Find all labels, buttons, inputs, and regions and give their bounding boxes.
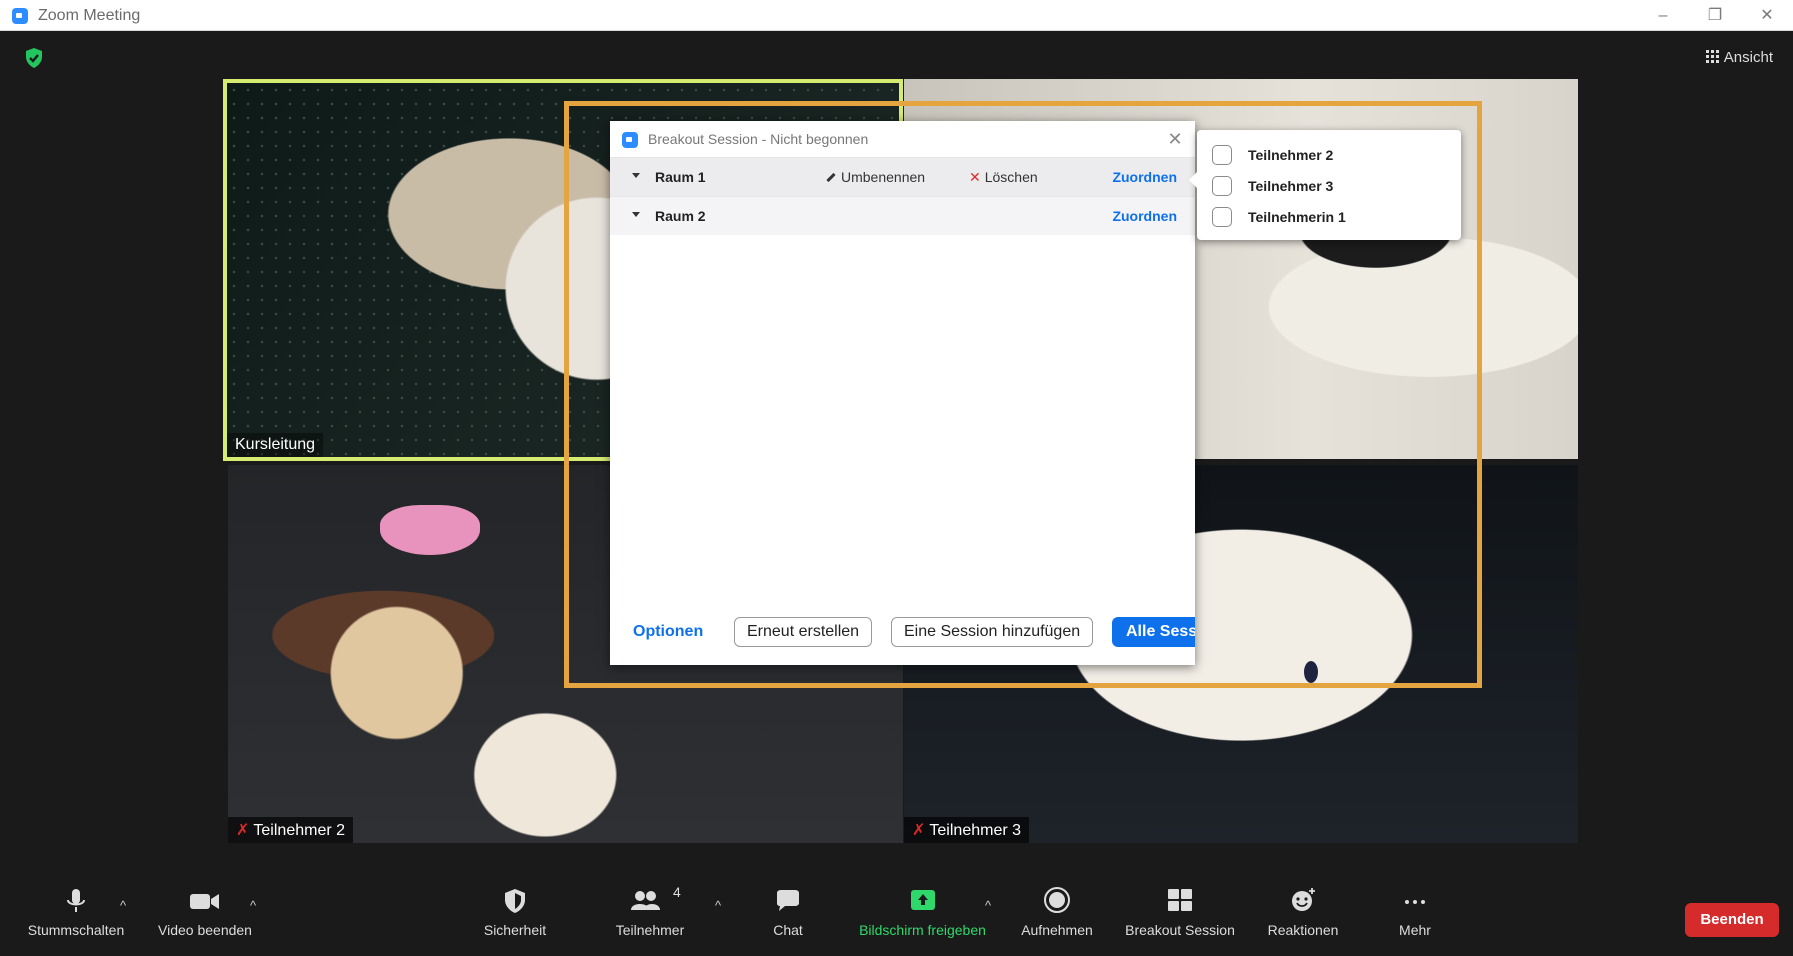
view-label: Ansicht — [1723, 49, 1773, 66]
assign-item-label: Teilnehmerin 1 — [1248, 209, 1346, 225]
rename-button[interactable]: Umbenennen — [826, 169, 925, 185]
mic-muted-icon: ✗ — [912, 822, 926, 839]
security-label: Sicherheit — [483, 922, 547, 938]
breakout-session-label: Breakout Session — [1125, 922, 1235, 938]
mute-button[interactable]: Stummschalten — [20, 886, 132, 938]
share-screen-button[interactable]: Bildschirm freigeben — [850, 886, 995, 938]
record-icon — [1044, 887, 1070, 913]
room-row-raum-1[interactable]: Raum 1 Umbenennen ✕ Löschen Zuordnen — [610, 157, 1195, 196]
security-button[interactable]: Sicherheit — [470, 886, 560, 938]
share-options-caret-icon[interactable]: ^ — [985, 898, 991, 913]
bow-decoration — [380, 505, 480, 555]
assign-button[interactable]: Zuordnen — [1112, 208, 1177, 224]
window-titlebar: Zoom Meeting – ❐ ✕ — [0, 0, 1793, 31]
participants-count-badge: 4 — [673, 884, 681, 900]
close-window-button[interactable]: ✕ — [1747, 4, 1787, 28]
chat-bubble-icon — [777, 890, 799, 911]
breakout-session-button[interactable]: Breakout Session — [1120, 886, 1240, 938]
rename-label: Umbenennen — [841, 169, 926, 185]
view-button[interactable]: Ansicht — [1700, 44, 1779, 72]
delete-label: Löschen — [984, 169, 1038, 185]
audio-options-caret-icon[interactable]: ^ — [120, 898, 126, 913]
assign-item-label: Teilnehmer 3 — [1248, 178, 1334, 194]
reactions-label: Reaktionen — [1267, 922, 1339, 938]
microphone-icon — [67, 889, 85, 912]
recreate-button[interactable]: Erneut erstellen — [734, 617, 873, 647]
video-camera-icon — [190, 894, 219, 909]
share-screen-icon — [910, 890, 935, 910]
participants-icon — [631, 891, 660, 910]
zoom-app-icon — [12, 8, 28, 24]
window-title: Zoom Meeting — [38, 7, 141, 24]
close-icon[interactable]: ✕ — [1163, 127, 1187, 151]
room-name: Raum 1 — [655, 169, 706, 185]
participant-name-label: ✗ Teilnehmer 3 — [904, 817, 1030, 843]
record-button[interactable]: Aufnehmen — [1012, 886, 1102, 938]
pencil-icon — [826, 172, 836, 183]
participant-name-label: ✗ Teilnehmer 2 — [228, 817, 354, 843]
emoji-reaction-icon — [1292, 888, 1315, 911]
encryption-shield-icon[interactable] — [24, 47, 44, 69]
caret-down-icon[interactable] — [632, 173, 640, 178]
caret-down-icon[interactable] — [632, 212, 640, 217]
checkbox[interactable] — [1212, 176, 1232, 196]
plush-eye — [1304, 661, 1318, 683]
zoom-app-icon — [622, 132, 638, 148]
breakout-grid-icon — [1168, 889, 1192, 911]
video-options-caret-icon[interactable]: ^ — [250, 898, 256, 913]
dialog-header: Breakout Session - Nicht begonnen ✕ — [610, 121, 1195, 157]
dialog-footer: Optionen Erneut erstellen Eine Session h… — [610, 601, 1195, 665]
participant-name-label: Kursleitung — [227, 433, 324, 457]
mute-label: Stummschalten — [27, 922, 125, 938]
options-button[interactable]: Optionen — [633, 623, 703, 641]
delete-x-icon: ✕ — [969, 169, 981, 185]
more-label: Mehr — [1399, 922, 1431, 938]
end-meeting-button[interactable]: Beenden — [1685, 903, 1779, 937]
participants-button[interactable]: Teilnehmer — [605, 886, 695, 938]
add-session-button[interactable]: Eine Session hinzufügen — [891, 617, 1094, 647]
stop-video-label: Video beenden — [158, 922, 252, 938]
share-screen-label: Bildschirm freigeben — [859, 922, 986, 938]
more-dots-icon — [1405, 900, 1425, 904]
start-all-sessions-button[interactable]: Alle Sess — [1112, 617, 1195, 647]
shield-icon — [505, 889, 525, 913]
chat-label: Chat — [773, 922, 803, 938]
chat-button[interactable]: Chat — [758, 886, 818, 938]
participants-label: Teilnehmer — [615, 922, 685, 938]
record-label: Aufnehmen — [1021, 922, 1093, 938]
room-name: Raum 2 — [655, 208, 706, 224]
dialog-title: Breakout Session - Nicht begonnen — [648, 131, 869, 147]
room-row-raum-2[interactable]: Raum 2 Zuordnen — [610, 196, 1195, 235]
participant-name: Teilnehmer 3 — [929, 822, 1022, 839]
participant-name: Teilnehmer 2 — [253, 822, 346, 839]
checkbox[interactable] — [1212, 207, 1232, 227]
assign-item-label: Teilnehmer 2 — [1248, 147, 1334, 163]
breakout-session-dialog: Breakout Session - Nicht begonnen ✕ Raum… — [610, 121, 1195, 665]
meeting-toolbar: Stummschalten ^ Video beenden ^ Sicherhe… — [0, 876, 1793, 956]
reactions-button[interactable]: Reaktionen — [1258, 886, 1348, 938]
assign-participants-popup: Teilnehmer 2 Teilnehmer 3 Teilnehmerin 1 — [1189, 130, 1461, 240]
more-button[interactable]: Mehr — [1385, 886, 1445, 938]
stop-video-button[interactable]: Video beenden — [150, 886, 260, 938]
checkbox[interactable] — [1212, 145, 1232, 165]
participants-options-caret-icon[interactable]: ^ — [715, 898, 721, 913]
grid-icon — [1705, 50, 1719, 63]
delete-button[interactable]: ✕ Löschen — [969, 169, 1038, 186]
mic-muted-icon: ✗ — [236, 822, 250, 839]
restore-button[interactable]: ❐ — [1695, 4, 1735, 28]
minimize-button[interactable]: – — [1643, 4, 1683, 28]
assign-button[interactable]: Zuordnen — [1112, 169, 1177, 185]
